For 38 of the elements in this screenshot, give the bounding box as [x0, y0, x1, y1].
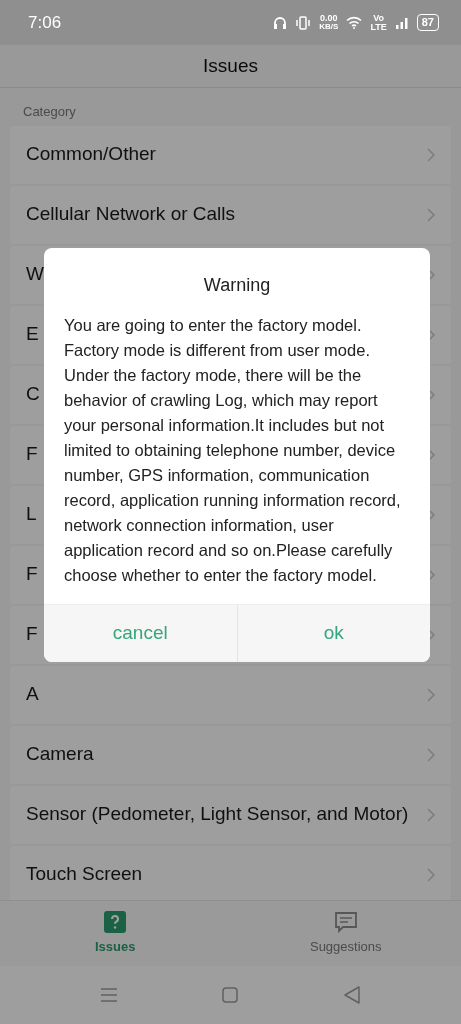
chevron-right-icon [427, 207, 435, 222]
category-item[interactable]: Camera [10, 725, 451, 784]
category-item[interactable]: Sensor (Pedometer, Light Sensor, and Motor) [10, 785, 451, 844]
chevron-right-icon [427, 807, 435, 822]
signal-icon [394, 16, 409, 29]
back-icon[interactable] [344, 986, 361, 1004]
headphones-icon [273, 15, 288, 30]
chevron-right-icon [427, 747, 435, 762]
category-item[interactable]: Common/Other [10, 125, 451, 184]
category-item[interactable]: Touch Screen [10, 845, 451, 900]
menu-icon[interactable] [100, 988, 117, 1002]
section-label: Category [23, 104, 76, 119]
chevron-right-icon [427, 867, 435, 882]
page-title: Issues [203, 53, 258, 78]
battery-level: 87 [416, 14, 439, 31]
chevron-right-icon [427, 147, 435, 162]
vibrate-icon [295, 15, 312, 30]
chevron-right-icon [427, 507, 435, 522]
question-icon [104, 910, 127, 933]
chevron-right-icon [427, 267, 435, 282]
chevron-right-icon [427, 627, 435, 642]
speed-unit: KB/S [319, 23, 339, 31]
speed-value: 0.00 [319, 14, 339, 23]
chevron-right-icon [427, 327, 435, 342]
chevron-right-icon [427, 567, 435, 582]
category-item[interactable]: A [10, 665, 451, 724]
chat-icon [333, 910, 358, 933]
status-time: 7:06 [28, 11, 62, 34]
category-item[interactable]: Cellular Network or Calls [10, 185, 451, 244]
chevron-right-icon [427, 687, 435, 702]
dialog-title: Warning [203, 275, 271, 295]
chevron-right-icon [427, 387, 435, 402]
wifi-icon [346, 16, 363, 29]
volte-label: LTE [370, 22, 387, 32]
dialog-message: You are going to enter the factory model. Factory mode is different from user mode. Under the factory mode, there will be the behavior of crawling Log, which may report your personal information.It includes but not limited to obtaining telephone number, device number, GPS information, communication record, application running information record, network connection information, user application record and so on.Please carefully choose whether to enter the factory model. [64, 315, 402, 586]
home-icon[interactable] [222, 987, 239, 1003]
volte-label: Vo [372, 13, 385, 23]
chevron-right-icon [427, 447, 435, 462]
